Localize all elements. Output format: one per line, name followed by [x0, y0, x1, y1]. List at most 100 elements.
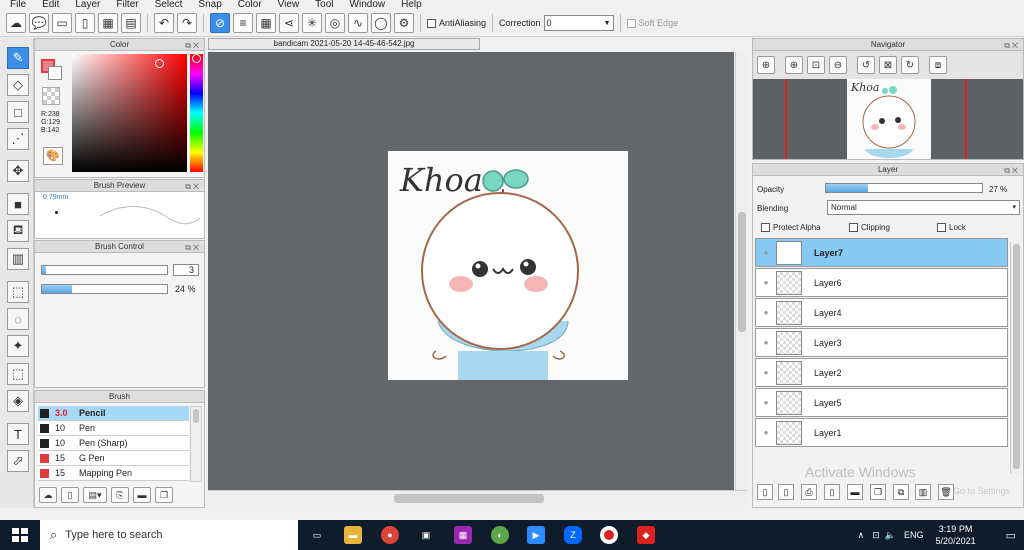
brush-size-value[interactable]: 3 [173, 264, 199, 276]
brush-item-pen-sharp[interactable]: 10 Pen (Sharp) [38, 436, 189, 451]
dot-tool-icon[interactable]: ⋰ [7, 128, 29, 150]
brush-item-mapping-pen[interactable]: 15 Mapping Pen [38, 466, 189, 481]
snap-parallel-icon[interactable]: ≡ [233, 13, 253, 33]
correction-select[interactable]: 0 ▼ [543, 15, 614, 31]
navigator-preview[interactable]: Khoa [753, 79, 1023, 159]
canvas-horizontal-scrollbar[interactable] [208, 490, 747, 506]
paint-app-icon[interactable]: ◆ [637, 526, 655, 544]
new-folder-icon[interactable]: ▬ [847, 484, 863, 500]
duplicate-layer-icon[interactable]: ❐ [870, 484, 886, 500]
grid-icon[interactable]: ▦ [98, 13, 118, 33]
brush-item-g-pen[interactable]: 15 G Pen [38, 451, 189, 466]
fit-window-icon[interactable]: ⊡ [807, 56, 825, 74]
blending-select[interactable]: Normal ▾ [827, 200, 1020, 215]
layer-row-layer1[interactable]: ● Layer1 [755, 418, 1008, 447]
menu-file[interactable]: File [10, 0, 26, 10]
snap-radial-icon[interactable]: ✳ [302, 13, 322, 33]
canvas-vertical-scrollbar[interactable] [735, 52, 747, 490]
taskbar-clock[interactable]: 3:19 PM 5/20/2021 [936, 523, 976, 547]
lasso-tool-icon[interactable]: ◌ [7, 308, 29, 330]
canvas-tab[interactable]: bandicam 2021-05-20 14-45-46-542.jpg [208, 38, 480, 50]
menu-tool[interactable]: Tool [315, 0, 333, 10]
task-view-icon[interactable]: ▭ [308, 526, 326, 544]
delete-layer-icon[interactable]: 🗑 [938, 484, 954, 500]
volume-icon[interactable]: 🔈 [885, 530, 896, 541]
language-indicator[interactable]: ENG [904, 530, 924, 540]
brush-cloud-icon[interactable]: ☁ [39, 487, 57, 503]
brush-item-pen[interactable]: 10 Pen [38, 421, 189, 436]
palette-icon[interactable]: 🎨 [43, 147, 63, 165]
select-pen-tool-icon[interactable]: ⬚ [7, 363, 29, 385]
comment-icon[interactable]: 💬 [29, 13, 49, 33]
protect-alpha-checkbox[interactable] [761, 223, 770, 232]
redo-icon[interactable]: ↷ [177, 13, 197, 33]
network-icon[interactable]: ⊡ [872, 530, 880, 541]
page-icon[interactable]: ▯ [75, 13, 95, 33]
layer-opacity-slider[interactable] [825, 183, 983, 193]
visibility-icon[interactable]: ● [756, 248, 776, 257]
snap-curve-icon[interactable]: ∿ [348, 13, 368, 33]
layer-row-layer6[interactable]: ● Layer6 [755, 268, 1008, 297]
shape-tool-icon[interactable]: □ [7, 101, 29, 123]
panel-close-icon[interactable]: ⧉✕ [185, 181, 201, 193]
rotate-right-icon[interactable]: ↻ [901, 56, 919, 74]
menu-snap[interactable]: Snap [198, 0, 221, 10]
clear-layer-icon[interactable]: ▥ [915, 484, 931, 500]
app-green-icon[interactable]: ◐ [491, 526, 509, 544]
lock-option[interactable]: Lock [937, 223, 966, 232]
brush-menu-icon[interactable]: ▤▾ [83, 487, 107, 503]
brush-new-icon[interactable]: ▯ [61, 487, 79, 503]
snap-ellipse-icon[interactable]: ◯ [371, 13, 391, 33]
lock-checkbox[interactable] [937, 223, 946, 232]
panel-close-icon[interactable]: ⧉✕ [1004, 165, 1020, 177]
brush-duplicate-icon[interactable]: ❐ [155, 487, 173, 503]
new-layer-icon[interactable]: ▯ [757, 484, 773, 500]
visibility-icon[interactable]: ● [756, 338, 776, 347]
merge-layer-icon[interactable]: ⧉ [893, 484, 909, 500]
menu-filter[interactable]: Filter [116, 0, 138, 10]
eraser-tool-icon[interactable]: ◇ [7, 74, 29, 96]
menu-color[interactable]: Color [238, 0, 262, 10]
fill-rect-tool-icon[interactable]: ■ [7, 193, 29, 215]
layer-row-layer3[interactable]: ● Layer3 [755, 328, 1008, 357]
operation-tool-icon[interactable]: ⬀ [7, 450, 29, 472]
windows-start-icon[interactable] [12, 528, 28, 542]
visibility-icon[interactable]: ● [756, 308, 776, 317]
layer-row-layer4[interactable]: ● Layer4 [755, 298, 1008, 327]
protect-alpha-option[interactable]: Protect Alpha [761, 223, 821, 232]
snap-off-icon[interactable]: ⊘ [210, 13, 230, 33]
hue-handle[interactable] [192, 54, 201, 63]
new-8bit-layer-icon[interactable]: ⎙ [801, 484, 817, 500]
reset-view-icon[interactable]: ⊠ [879, 56, 897, 74]
clipping-option[interactable]: Clipping [849, 223, 890, 232]
panel-close-icon[interactable]: ⧉✕ [185, 242, 201, 254]
layer-row-layer2[interactable]: ● Layer2 [755, 358, 1008, 387]
file-explorer-icon[interactable]: ▬ [344, 526, 362, 544]
brush-folder-icon[interactable]: ▬ [133, 487, 151, 503]
menu-help[interactable]: Help [401, 0, 422, 10]
magic-wand-tool-icon[interactable]: ✦ [7, 335, 29, 357]
undo-icon[interactable]: ↶ [154, 13, 174, 33]
zoom-app-icon[interactable]: ▶ [527, 526, 545, 544]
menu-edit[interactable]: Edit [42, 0, 59, 10]
brush-list-scrollbar[interactable] [190, 406, 202, 482]
layout-icon[interactable]: ▤ [121, 13, 141, 33]
antialiasing-checkbox[interactable] [427, 18, 436, 28]
visibility-icon[interactable]: ● [756, 278, 776, 287]
flip-icon[interactable]: ⧈ [929, 56, 947, 74]
background-color-swatch[interactable] [48, 66, 62, 80]
menu-layer[interactable]: Layer [75, 0, 100, 10]
bucket-tool-icon[interactable]: ⛾ [7, 220, 29, 242]
snap-vanish-icon[interactable]: ⋖ [279, 13, 299, 33]
saturation-value-picker[interactable] [72, 54, 187, 172]
clipping-checkbox[interactable] [849, 223, 858, 232]
notification-icon[interactable]: ▭ [1006, 529, 1016, 542]
layer-row-layer5[interactable]: ● Layer5 [755, 388, 1008, 417]
select-tool-icon[interactable]: ⬚ [7, 281, 29, 303]
visibility-icon[interactable]: ● [756, 428, 776, 437]
new-1bit-layer-icon[interactable]: ▯ [824, 484, 840, 500]
rotate-left-icon[interactable]: ↺ [857, 56, 875, 74]
record-icon[interactable] [600, 526, 618, 544]
brush-opacity-slider[interactable] [41, 284, 168, 294]
soft-edge-checkbox[interactable] [626, 18, 636, 28]
